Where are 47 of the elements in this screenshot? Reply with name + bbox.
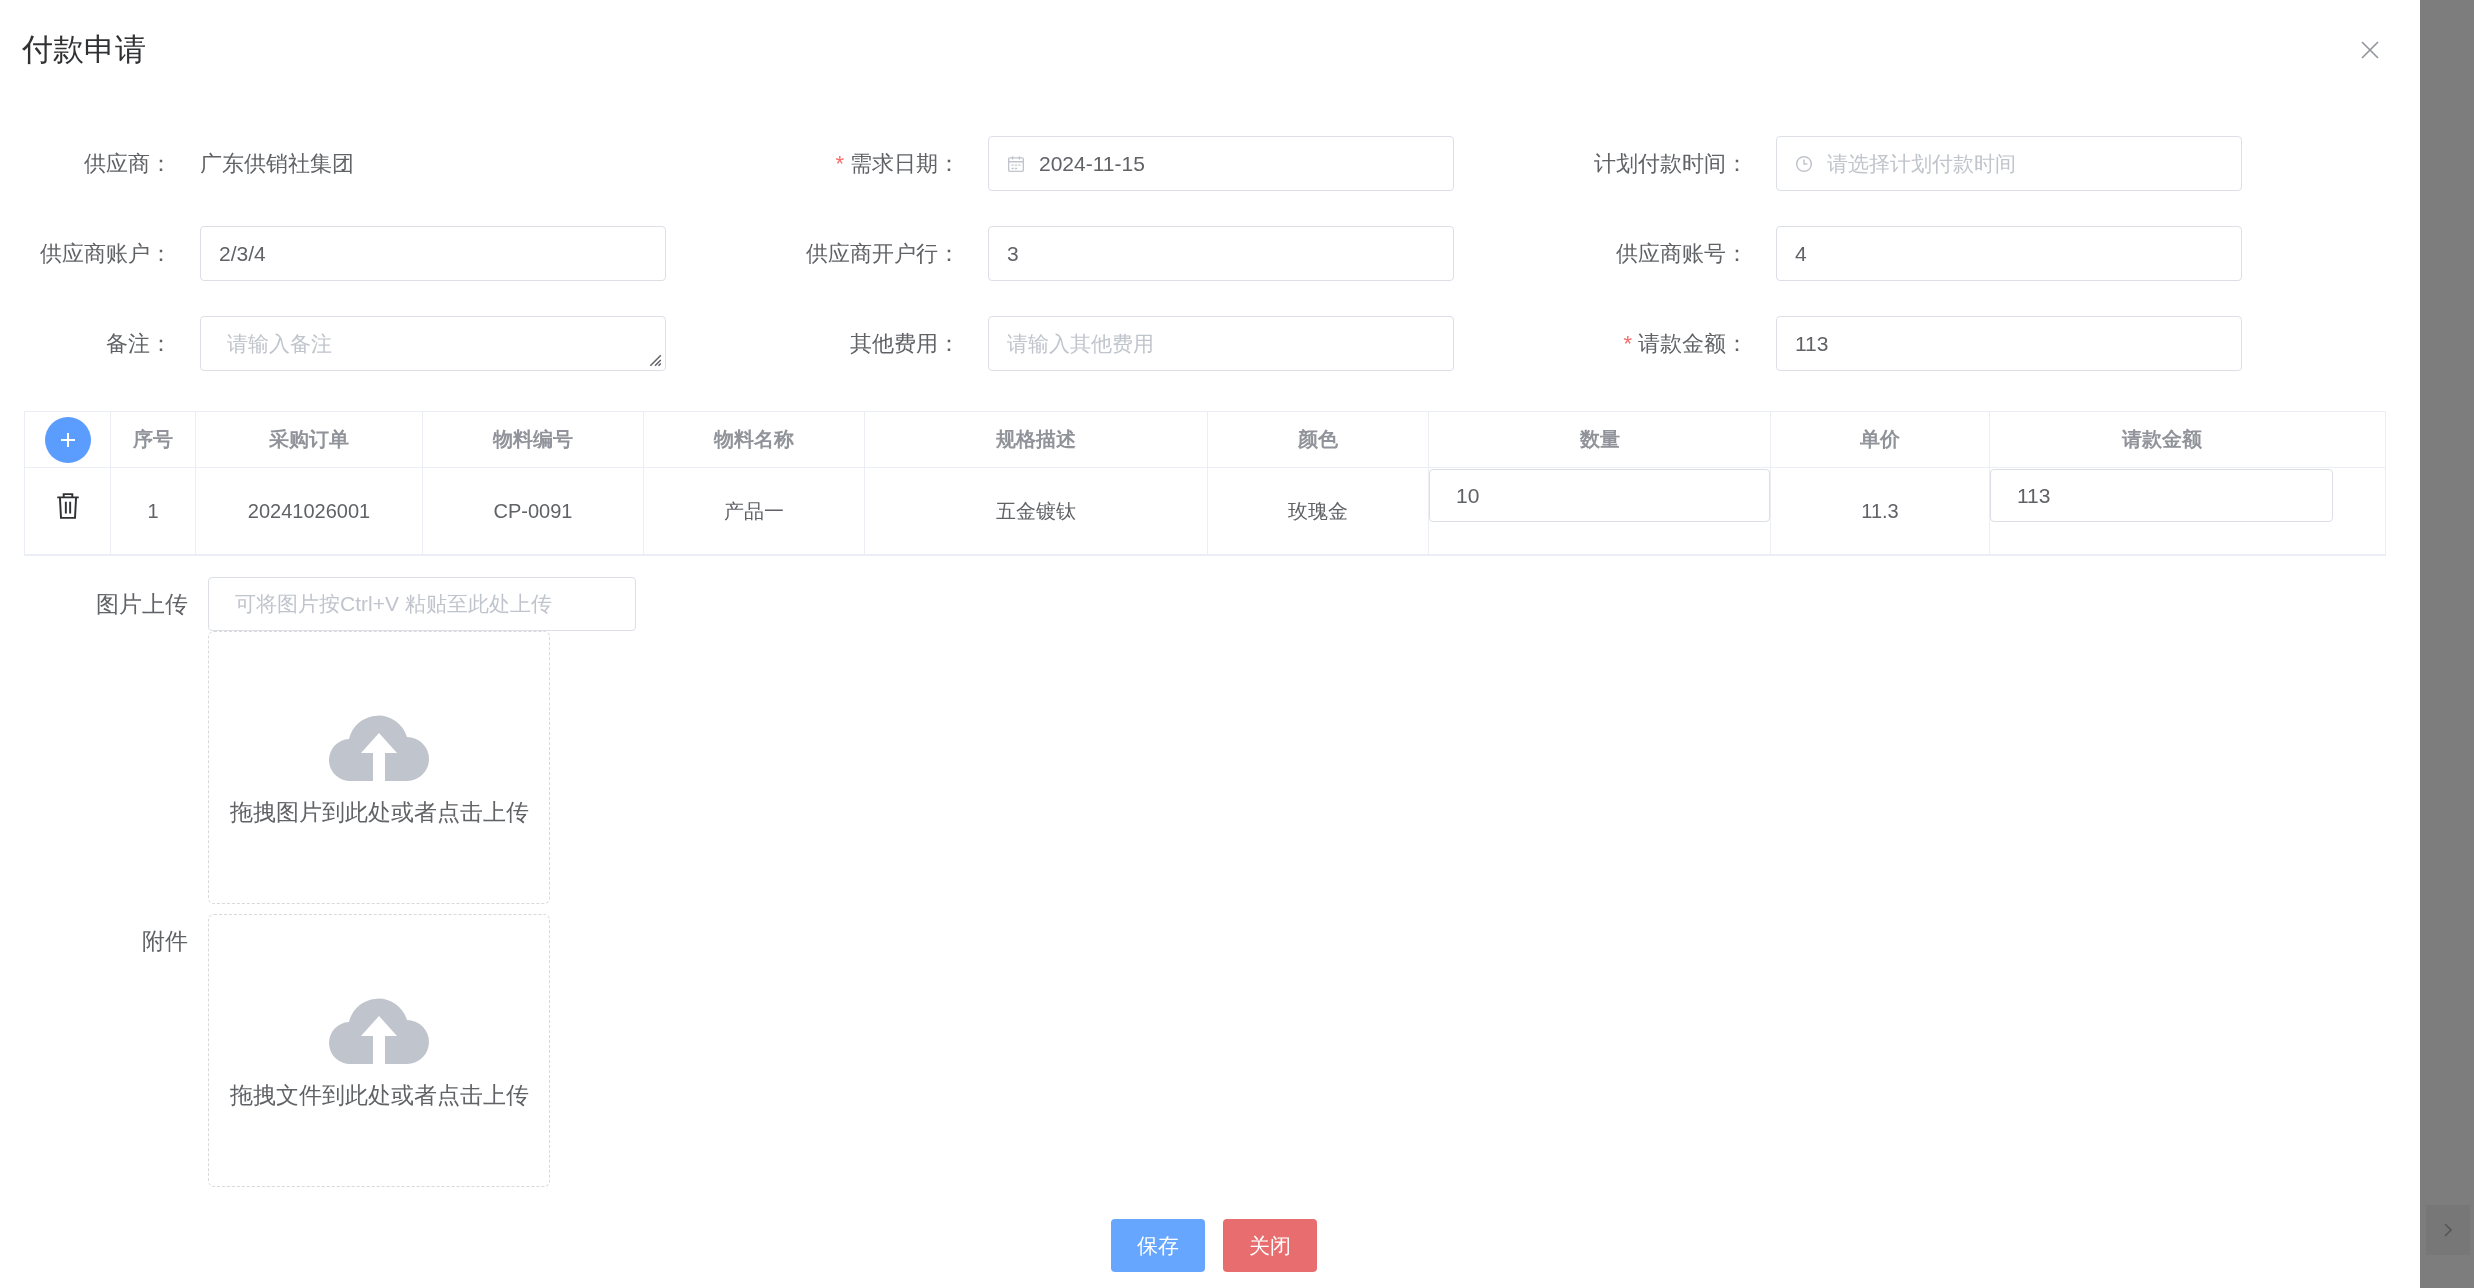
input-field[interactable]: 113 <box>1776 316 2242 371</box>
resize-grip-icon[interactable] <box>648 353 662 367</box>
field-label: 供应商账户： <box>40 239 172 268</box>
field-label: 供应商： <box>84 149 172 178</box>
field-label: 请款金额： <box>1638 329 1748 358</box>
column-header: 规格描述 <box>996 427 1076 452</box>
field-label: 计划付款时间： <box>1594 149 1748 178</box>
table-cell-text: 产品一 <box>724 498 784 524</box>
required-asterisk: * <box>1623 330 1632 357</box>
close-button[interactable]: 关闭 <box>1223 1219 1317 1272</box>
column-header: 采购订单 <box>269 427 349 452</box>
field-label: 供应商开户行： <box>806 239 960 268</box>
trash-icon[interactable] <box>54 492 81 520</box>
column-header: 数量 <box>1579 427 1620 452</box>
field-label: 需求日期： <box>850 149 960 178</box>
table-cell: 1 <box>147 499 159 523</box>
chevron-right-icon <box>2443 1222 2453 1238</box>
input-field[interactable]: 2/3/4 <box>200 226 666 281</box>
table-cell-text: 五金镀钛 <box>996 498 1076 524</box>
column-header: 物料编号 <box>493 427 573 452</box>
input-field[interactable]: 3 <box>988 226 1454 281</box>
field-label: 备注： <box>106 329 172 358</box>
required-asterisk: * <box>835 150 844 177</box>
close-icon[interactable] <box>2360 40 2380 60</box>
column-header: 物料名称 <box>714 427 794 452</box>
field-label: 供应商账号： <box>1616 239 1748 268</box>
table-cell-text: 玫瑰金 <box>1288 498 1348 524</box>
clock-icon <box>1795 154 1813 173</box>
dialog-title: 付款申请 <box>22 31 146 69</box>
image-drop-zone[interactable]: 拖拽图片到此处或者点击上传 <box>208 631 550 904</box>
calendar-icon <box>1007 154 1025 173</box>
date-field[interactable]: 2024-11-15 <box>988 136 1454 191</box>
table-cell: CP-0091 <box>493 499 573 523</box>
file-drop-zone[interactable]: 拖拽文件到此处或者点击上传 <box>208 914 550 1187</box>
supplier-value: 广东供销社集团 <box>200 149 354 178</box>
table-cell: 20241026001 <box>247 499 371 523</box>
column-header: 请款金额 <box>2121 427 2202 452</box>
column-header: 颜色 <box>1298 427 1338 452</box>
cell-input-field[interactable]: 113 <box>1990 469 2333 522</box>
input-field[interactable]: 4 <box>1776 226 2242 281</box>
column-header: 序号 <box>133 427 173 452</box>
column-header: 单价 <box>1860 427 1900 452</box>
field-label: 其他费用： <box>850 329 960 358</box>
table-cell: 11.3 <box>1861 499 1899 523</box>
upload-label: 图片上传 <box>95 590 189 619</box>
cell-input-field[interactable]: 10 <box>1429 469 1770 522</box>
attachment-label: 附件 <box>141 927 189 956</box>
